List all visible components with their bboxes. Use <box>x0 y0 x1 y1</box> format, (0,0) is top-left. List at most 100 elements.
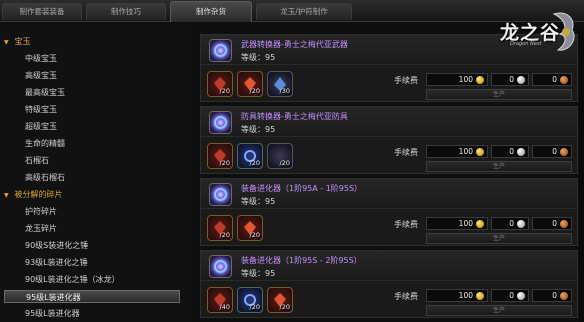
recipe-card[interactable]: 装备进化器（1阶95S - 2阶95S） 等级：95 /40 /20 /20 手… <box>200 250 578 318</box>
fee-copper-value: 0 <box>552 219 557 228</box>
fee-label: 手续费 <box>394 148 418 157</box>
material-qty: /20 <box>219 159 230 167</box>
material-qty: /20 <box>219 231 230 239</box>
produce-button[interactable]: 生产 <box>426 305 572 316</box>
fee-copper-value: 0 <box>552 75 557 84</box>
list-item[interactable]: 90级L装进化之锤（冰龙） <box>25 274 120 285</box>
recipe-card[interactable]: 装备进化器（1阶95A - 1阶95S） 等级：95 /20 /20 手续费 1… <box>200 178 578 246</box>
produce-button[interactable]: 生产 <box>426 233 572 244</box>
logo-subtitle: Dragon Nest <box>510 41 542 47</box>
list-item[interactable]: 高级宝玉 <box>25 70 57 81</box>
expand-arrow-icon: ▼ <box>4 192 9 199</box>
list-item[interactable]: 90级S装进化之锤 <box>25 240 88 251</box>
converter-orb-icon[interactable] <box>209 255 232 278</box>
material-qty: /30 <box>279 87 290 95</box>
game-logo: 龙之谷 Dragon Nest <box>496 8 578 58</box>
crystal-icon[interactable]: /20 <box>237 143 263 169</box>
converter-orb-icon[interactable] <box>209 183 232 206</box>
gold-coin-icon <box>476 292 484 300</box>
copper-coin-icon <box>560 148 568 156</box>
list-item-selected[interactable]: 95级L装进化器 <box>4 290 180 303</box>
material-qty: /20 <box>249 87 260 95</box>
fee-silver: 0 <box>491 217 529 230</box>
crystal-icon[interactable]: /20 <box>207 71 233 97</box>
dragon-emblem-icon <box>552 12 575 51</box>
material-qty: /20 <box>279 303 290 311</box>
recipe-title: 装备进化器（1阶95S - 2阶95S） <box>241 256 362 265</box>
silver-coin-icon <box>517 292 525 300</box>
list-item[interactable]: 最高级宝玉 <box>25 87 65 98</box>
crystal-icon[interactable]: /20 <box>267 287 293 313</box>
material-qty: /20 <box>249 159 260 167</box>
list-item[interactable]: 生命的精髓 <box>25 138 65 149</box>
fee-copper: 0 <box>532 289 572 302</box>
material-qty: /20 <box>279 159 290 167</box>
fee-copper-value: 0 <box>552 147 557 156</box>
fee-gold-value: 100 <box>458 75 473 84</box>
category-label: 被分解的碎片 <box>14 190 63 199</box>
crystal-icon[interactable]: /20 <box>237 215 263 241</box>
recipe-title: 武器转换器-勇士之梅代亚武器 <box>241 40 348 49</box>
crystal-icon[interactable]: /20 <box>207 215 233 241</box>
expand-arrow-icon: ▼ <box>4 39 9 46</box>
fee-gold: 100 <box>426 145 488 158</box>
copper-coin-icon <box>560 220 568 228</box>
fee-silver: 0 <box>491 289 529 302</box>
fee-label: 手续费 <box>394 292 418 301</box>
material-qty: /40 <box>219 303 230 311</box>
list-item[interactable]: 特级宝玉 <box>25 104 57 115</box>
fee-silver-value: 0 <box>509 291 514 300</box>
tab-misc-crafting[interactable]: 制作杂货 <box>170 1 252 22</box>
crystal-icon[interactable]: /20 <box>207 143 233 169</box>
crystal-icon[interactable]: /20 <box>237 287 263 313</box>
tab-dragon-jade-crafting[interactable]: 龙玉/护符制作 <box>256 3 352 20</box>
crystal-icon[interactable]: /20 <box>267 143 293 169</box>
crystal-icon[interactable]: /30 <box>267 71 293 97</box>
fee-copper: 0 <box>532 217 572 230</box>
gold-coin-icon <box>476 76 484 84</box>
fee-silver: 0 <box>491 145 529 158</box>
crystal-icon[interactable]: /40 <box>207 287 233 313</box>
tab-set-equipment[interactable]: 制作套装装备 <box>2 3 82 20</box>
copper-coin-icon <box>560 76 568 84</box>
fee-gold-value: 100 <box>458 219 473 228</box>
fee-silver: 0 <box>491 73 529 86</box>
produce-button[interactable]: 生产 <box>426 89 572 100</box>
fee-copper-value: 0 <box>552 291 557 300</box>
fee-gold: 100 <box>426 217 488 230</box>
fee-label: 手续费 <box>394 76 418 85</box>
list-item[interactable]: 石榴石 <box>25 155 49 166</box>
category-gems[interactable]: ▼ 宝玉 <box>4 36 31 47</box>
list-item[interactable]: 93级L装进化之锤 <box>25 257 88 268</box>
fee-silver-value: 0 <box>509 147 514 156</box>
recipe-level: 等级：95 <box>241 53 276 62</box>
fee-gold: 100 <box>426 73 488 86</box>
silver-coin-icon <box>517 76 525 84</box>
material-qty: /20 <box>249 231 260 239</box>
list-item[interactable]: 护符碎片 <box>25 206 57 217</box>
recipe-category-list: ▼ 宝玉 中级宝玉 高级宝玉 最高级宝玉 特级宝玉 超级宝玉 生命的精髓 石榴石… <box>0 30 190 322</box>
tab-crafting-skills[interactable]: 制作技巧 <box>86 3 166 20</box>
list-item[interactable]: 龙玉碎片 <box>25 223 57 234</box>
scrollbar[interactable] <box>579 30 584 322</box>
fee-gold-value: 100 <box>458 291 473 300</box>
recipe-level: 等级：95 <box>241 197 276 206</box>
list-item[interactable]: 高级石榴石 <box>25 172 65 183</box>
produce-button[interactable]: 生产 <box>426 161 572 172</box>
silver-coin-icon <box>517 220 525 228</box>
category-label: 宝玉 <box>14 37 31 46</box>
recipe-card[interactable]: 防具转换器-勇士之梅代亚防具 等级：95 /20 /20 /20 手续费 100… <box>200 106 578 174</box>
recipe-title: 装备进化器（1阶95A - 1阶95S） <box>241 184 363 193</box>
converter-orb-icon[interactable] <box>209 39 232 62</box>
converter-orb-icon[interactable] <box>209 111 232 134</box>
list-item[interactable]: 95级L装进化器 <box>25 308 80 319</box>
recipe-panel: 武器转换器-勇士之梅代亚武器 等级：95 /20 /20 /30 手续费 100… <box>194 30 584 322</box>
recipe-level: 等级：95 <box>241 125 276 134</box>
recipe-title: 防具转换器-勇士之梅代亚防具 <box>241 112 348 121</box>
list-item[interactable]: 超级宝玉 <box>25 121 57 132</box>
category-fragments[interactable]: ▼ 被分解的碎片 <box>4 189 63 200</box>
fee-label: 手续费 <box>394 220 418 229</box>
gold-coin-icon <box>476 148 484 156</box>
list-item[interactable]: 中级宝玉 <box>25 53 57 64</box>
crystal-icon[interactable]: /20 <box>237 71 263 97</box>
